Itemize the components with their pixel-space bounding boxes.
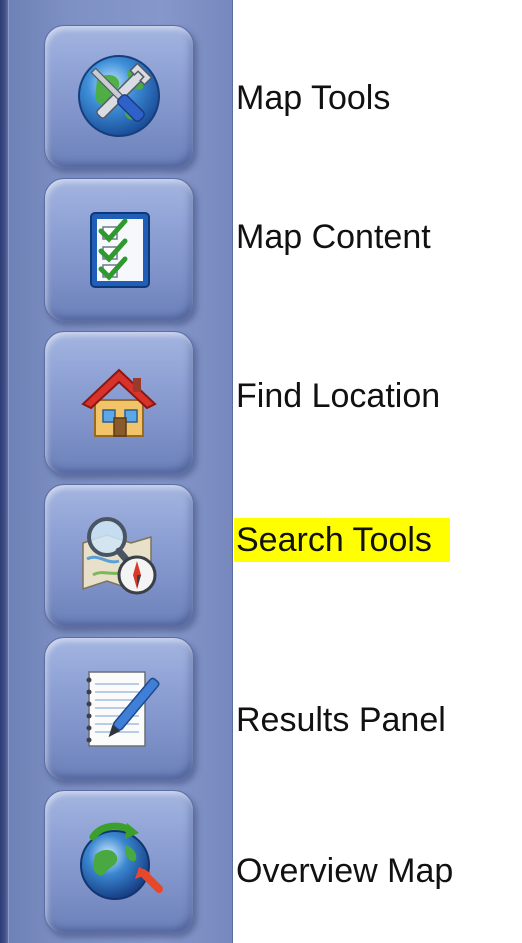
map-tools-button[interactable]	[44, 25, 194, 169]
search-tools-label: Search Tools	[234, 518, 450, 562]
checklist-icon	[90, 212, 150, 288]
results-panel-label: Results Panel	[236, 701, 446, 739]
map-content-label: Map Content	[236, 218, 431, 256]
map-tools-icon	[78, 55, 160, 137]
map-tools-label: Map Tools	[236, 79, 391, 117]
magnifier-compass-icon	[82, 517, 157, 595]
results-panel-button[interactable]	[44, 637, 194, 781]
overview-map-button[interactable]	[44, 790, 194, 934]
find-location-label: Find Location	[236, 377, 441, 415]
overview-map-label: Overview Map	[236, 852, 454, 890]
map-content-button[interactable]	[44, 178, 194, 322]
find-location-button[interactable]	[44, 331, 194, 475]
notepad-pen-icon	[86, 671, 160, 747]
search-tools-button[interactable]	[44, 484, 194, 628]
toolbar-edge	[0, 0, 9, 943]
globe-arrow-icon	[80, 822, 163, 900]
house-icon	[81, 368, 157, 437]
vertical-toolbar	[0, 0, 233, 943]
